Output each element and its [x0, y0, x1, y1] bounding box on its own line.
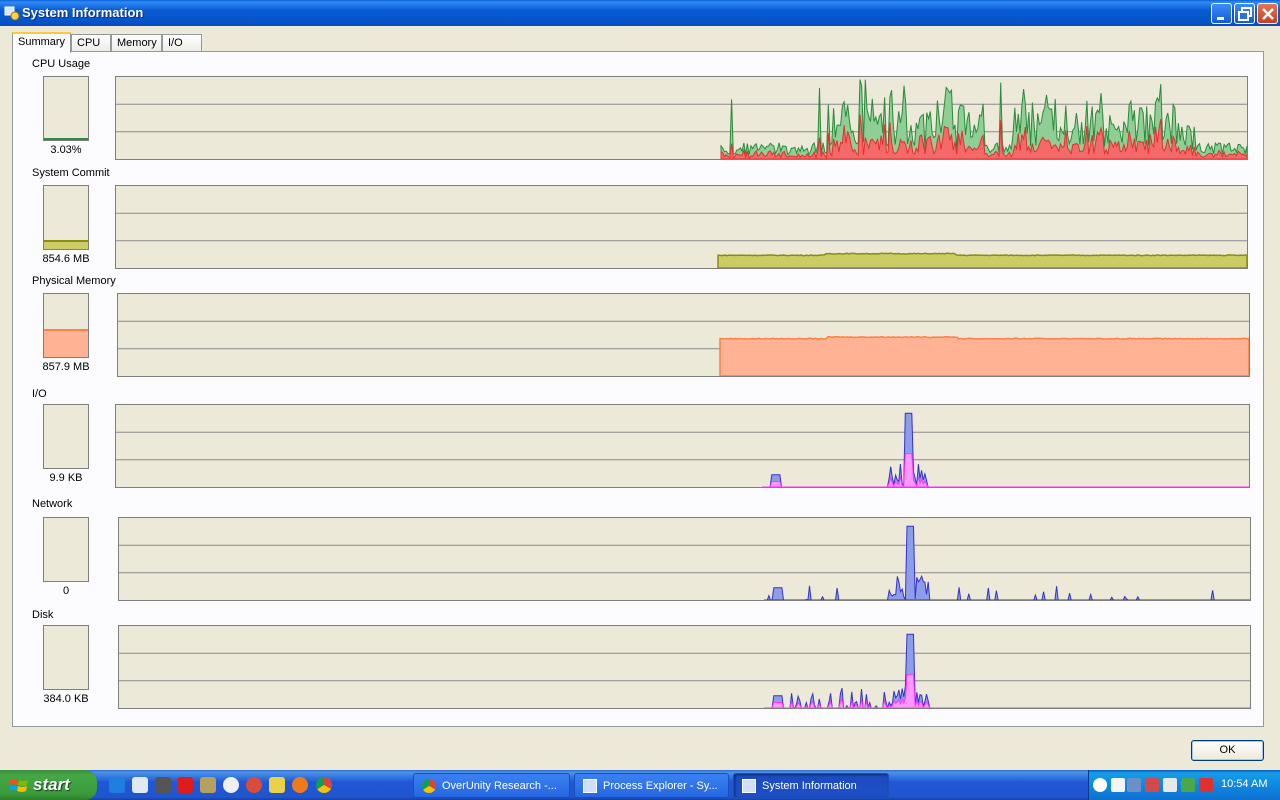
taskbar: start OverUnity Research -... Process Ex…	[0, 770, 1280, 800]
io-graph	[115, 404, 1250, 488]
player-icon[interactable]	[223, 777, 239, 793]
close-icon	[1262, 8, 1274, 20]
task-label: System Information	[762, 780, 857, 792]
task-system-information[interactable]: System Information	[733, 773, 889, 798]
folder-icon[interactable]	[269, 777, 285, 793]
network-value: 0	[62, 585, 70, 597]
tray-network-disconnected-icon[interactable]	[1145, 778, 1159, 792]
io-value: 9.9 KB	[49, 472, 83, 484]
physical-memory-label: Physical Memory	[32, 275, 116, 287]
clock: 10:54 AM	[1221, 778, 1268, 790]
system-information-icon	[4, 6, 20, 21]
start-label: start	[33, 775, 70, 794]
process-explorer-icon	[583, 779, 597, 793]
tray-device-icon[interactable]	[1163, 778, 1177, 792]
physical-memory-meter	[43, 293, 89, 358]
opera-icon[interactable]	[246, 777, 262, 793]
ati-icon[interactable]	[177, 777, 193, 793]
tray-window-icon[interactable]	[1111, 778, 1125, 792]
system-commit-value: 854.6 MB	[42, 253, 90, 265]
tab-memory[interactable]: Memory	[111, 34, 162, 52]
system-commit-meter	[43, 185, 89, 250]
tab-io[interactable]: I/O	[162, 34, 202, 52]
chevron-left-icon[interactable]	[1093, 778, 1107, 792]
cpu-usage-meter-fill	[44, 138, 88, 140]
cpu-usage-value: 3.03%	[50, 144, 82, 156]
disk-value: 384.0 KB	[43, 693, 89, 705]
title-bar: System Information	[0, 0, 1280, 26]
disk-label: Disk	[32, 609, 54, 621]
chrome-icon	[422, 779, 436, 793]
window-title: System Information	[22, 5, 144, 20]
tray-alert-icon[interactable]	[1199, 778, 1213, 792]
internet-explorer-icon[interactable]	[109, 777, 125, 793]
task-label: Process Explorer - Sy...	[603, 780, 718, 792]
io-label: I/O	[32, 388, 47, 400]
task-label: OverUnity Research -...	[442, 780, 557, 792]
minimize-icon	[1217, 17, 1224, 20]
notification-area: 10:54 AM	[1088, 770, 1280, 800]
task-overunity-research[interactable]: OverUnity Research -...	[413, 773, 570, 798]
tool-icon[interactable]	[200, 777, 216, 793]
system-information-icon	[742, 779, 756, 793]
network-label: Network	[32, 498, 73, 510]
disk-graph	[118, 625, 1251, 709]
cpu-usage-label: CPU Usage	[32, 58, 91, 70]
physical-memory-graph	[117, 293, 1250, 377]
physical-memory-value: 857.9 MB	[42, 361, 90, 373]
ok-button[interactable]: OK	[1191, 740, 1264, 761]
tray-antivirus-icon[interactable]	[1181, 778, 1195, 792]
physical-memory-meter-fill	[44, 328, 88, 357]
system-commit-meter-fill	[44, 239, 88, 249]
disk-meter	[43, 625, 89, 690]
restore-icon	[1238, 7, 1252, 21]
cpu-usage-graph	[115, 76, 1248, 160]
minimize-button[interactable]	[1211, 3, 1232, 24]
chrome-icon[interactable]	[316, 777, 332, 793]
network-meter	[43, 517, 89, 582]
tray-network-icon[interactable]	[1127, 778, 1141, 792]
network-graph	[118, 517, 1251, 601]
start-button[interactable]: start	[0, 770, 97, 800]
task-process-explorer[interactable]: Process Explorer - Sy...	[574, 773, 729, 798]
system-commit-label: System Commit	[32, 167, 110, 179]
firefox-icon[interactable]	[292, 777, 308, 793]
restore-button[interactable]	[1234, 3, 1255, 24]
close-button[interactable]	[1257, 3, 1278, 24]
system-commit-graph	[115, 185, 1248, 269]
windows-logo-icon	[9, 779, 28, 792]
cpu-usage-meter	[43, 76, 89, 141]
show-desktop-icon[interactable]	[132, 777, 148, 793]
io-meter	[43, 404, 89, 469]
media-icon[interactable]	[155, 777, 171, 793]
tab-summary[interactable]: Summary	[12, 32, 71, 53]
tab-cpu[interactable]: CPU	[71, 34, 111, 52]
